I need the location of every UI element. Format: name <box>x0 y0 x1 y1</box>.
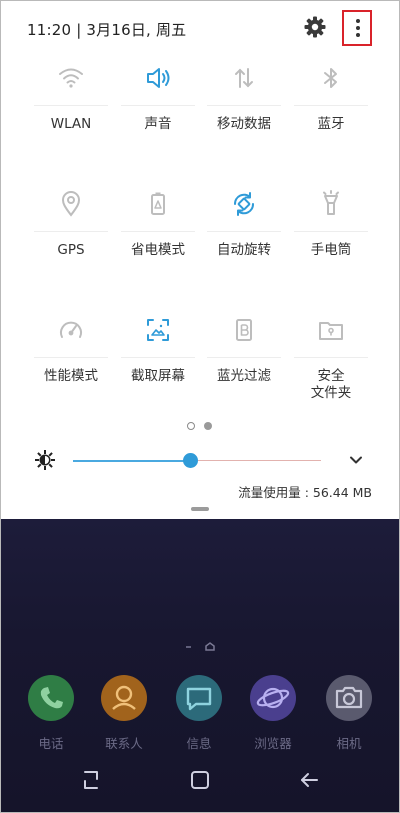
tile-power-saving[interactable]: 省电模式 <box>118 187 198 297</box>
mobile-data-icon <box>227 61 261 95</box>
tile-blue-light-filter[interactable]: 蓝光过滤 <box>204 313 284 423</box>
tile-label: WLAN <box>50 116 92 132</box>
tile-label: 自动旋转 <box>217 242 271 258</box>
phone-icon <box>28 675 74 721</box>
home-page-indicator <box>186 638 218 657</box>
screenshot-icon <box>141 313 175 347</box>
location-pin-icon <box>54 187 88 221</box>
app-label: 信息 <box>186 736 212 751</box>
dock-app-camera[interactable]: 相机 <box>319 675 379 752</box>
tile-label: 声音 <box>144 116 172 132</box>
nav-back-button[interactable] <box>297 768 321 792</box>
tile-sound[interactable]: 声音 <box>118 61 198 171</box>
tile-label: 截取屏幕 <box>131 368 185 384</box>
bluetooth-icon <box>314 61 348 95</box>
auto-rotate-icon <box>227 187 261 221</box>
more-options-button[interactable] <box>342 10 372 46</box>
brightness-icon <box>34 449 56 471</box>
dock-app-messages[interactable]: 信息 <box>169 675 229 752</box>
brightness-slider-empty-track <box>198 460 321 461</box>
tile-performance-mode[interactable]: 性能模式 <box>31 313 111 423</box>
tile-gps[interactable]: GPS <box>31 187 111 297</box>
messages-icon <box>176 675 222 721</box>
camera-icon <box>326 675 372 721</box>
more-options-dot-icon <box>356 26 360 30</box>
browser-icon <box>250 675 296 721</box>
battery-saver-icon <box>141 187 175 221</box>
tile-secure-folder[interactable]: 安全 文件夹 <box>291 313 371 423</box>
tile-label: 省电模式 <box>131 242 185 258</box>
more-options-dot-icon <box>356 19 360 23</box>
volume-icon <box>141 61 175 95</box>
status-time-date: 11:20 | 3月16日, 周五 <box>27 21 187 39</box>
tile-wlan[interactable]: WLAN <box>31 61 111 171</box>
screen: 11:20 | 3月16日, 周五 WLAN 声音 移动数据 蓝牙 GPS 省电… <box>0 0 400 813</box>
brightness-slider-filled-track <box>73 460 190 462</box>
nav-recent-apps-button[interactable] <box>79 768 103 792</box>
panel-drag-handle[interactable] <box>191 507 209 511</box>
tile-screenshot[interactable]: 截取屏幕 <box>118 313 198 423</box>
tile-mobile-data[interactable]: 移动数据 <box>204 61 284 171</box>
blue-light-filter-icon <box>227 313 261 347</box>
secure-folder-icon <box>314 313 348 347</box>
speedometer-icon <box>54 313 88 347</box>
tile-label: GPS <box>57 242 85 258</box>
page-dot-current[interactable] <box>187 422 195 430</box>
flashlight-icon <box>314 187 348 221</box>
quick-settings-panel: 11:20 | 3月16日, 周五 WLAN 声音 移动数据 蓝牙 GPS 省电… <box>1 1 399 519</box>
tile-label: 蓝牙 <box>317 116 345 132</box>
app-label: 相机 <box>336 736 362 751</box>
contacts-icon <box>101 675 147 721</box>
dock-app-phone[interactable]: 电话 <box>21 675 81 752</box>
home-screen-wallpaper: 电话 联系人 信息 浏览器 相机 <box>1 519 399 812</box>
tile-bluetooth[interactable]: 蓝牙 <box>291 61 371 171</box>
app-label: 电话 <box>38 736 64 751</box>
data-usage-text: 流量使用量 : 56.44 MB <box>238 485 372 500</box>
wifi-icon <box>54 61 88 95</box>
more-options-dot-icon <box>356 33 360 37</box>
app-label: 浏览器 <box>254 736 292 751</box>
dock-app-browser[interactable]: 浏览器 <box>243 675 303 752</box>
app-label: 联系人 <box>105 736 143 751</box>
brightness-slider-thumb[interactable] <box>183 453 198 468</box>
page-dot[interactable] <box>204 422 212 430</box>
tile-label: 蓝光过滤 <box>217 368 271 384</box>
dock-app-contacts[interactable]: 联系人 <box>94 675 154 752</box>
settings-gear-icon[interactable] <box>303 15 327 39</box>
expand-chevron-down-icon[interactable] <box>348 452 364 468</box>
tile-label: 手电筒 <box>310 242 352 258</box>
tile-label: 安全 文件夹 <box>310 368 352 401</box>
tile-auto-rotate[interactable]: 自动旋转 <box>204 187 284 297</box>
brightness-slider[interactable] <box>73 453 321 468</box>
tile-label: 性能模式 <box>44 368 98 384</box>
tile-label: 移动数据 <box>217 116 271 132</box>
tile-flashlight[interactable]: 手电筒 <box>291 187 371 297</box>
nav-home-button[interactable] <box>188 768 212 792</box>
